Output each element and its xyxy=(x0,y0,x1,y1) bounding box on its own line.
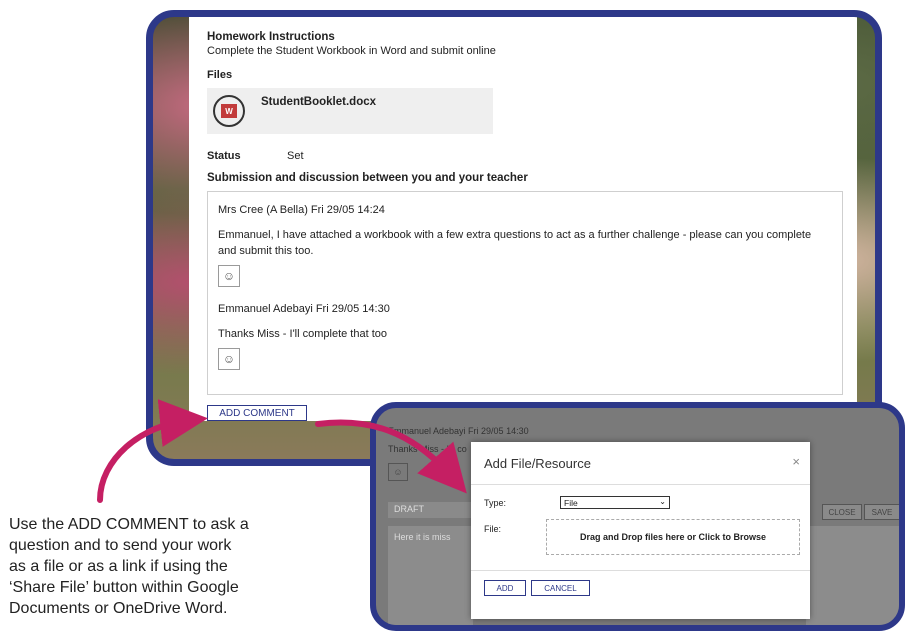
homework-title: Homework Instructions xyxy=(207,31,335,43)
close-button[interactable]: CLOSE xyxy=(822,504,862,520)
dialog-divider xyxy=(471,570,810,571)
instruction-caption: Use the ADD COMMENT to ask a question an… xyxy=(9,516,249,617)
status-value: Set xyxy=(287,150,304,162)
type-select[interactable]: File ⌄ xyxy=(560,496,670,509)
file-name[interactable]: StudentBooklet.docx xyxy=(261,96,376,108)
message-meta: Mrs Cree (A Bella) Fri 29/05 14:24 xyxy=(218,204,385,216)
draft-textarea-right xyxy=(806,526,899,625)
message-text: Thanks Miss - I'll complete that too xyxy=(218,328,387,340)
emoji-reaction-icon[interactable]: ☺ xyxy=(218,265,240,287)
chevron-down-icon: ⌄ xyxy=(659,497,666,506)
dialog-title: Add File/Resource xyxy=(484,456,591,471)
homework-panel: Homework Instructions Complete the Stude… xyxy=(146,10,882,466)
message-meta: Emmanuel Adebayi Fri 29/05 14:30 xyxy=(218,303,390,315)
word-document-icon: W xyxy=(213,95,245,127)
cancel-button[interactable]: CANCEL xyxy=(531,580,590,596)
message-item: Mrs Cree (A Bella) Fri 29/05 14:24 Emman… xyxy=(218,204,832,287)
draft-textarea[interactable]: Here it is miss xyxy=(388,526,473,625)
background-emoji-icon: ☺ xyxy=(388,463,408,481)
status-row: Status Set xyxy=(207,150,843,162)
homework-instructions: Complete the Student Workbook in Word an… xyxy=(207,45,496,57)
file-label: File: xyxy=(484,524,502,534)
status-label: Status xyxy=(207,150,241,162)
file-dropzone[interactable]: Drag and Drop files here or Click to Bro… xyxy=(546,519,800,555)
message-item: Emmanuel Adebayi Fri 29/05 14:30 Thanks … xyxy=(218,303,832,370)
add-file-dialog-panel: Emmanuel Adebayi Fri 29/05 14:30 Thanks … xyxy=(370,402,905,631)
files-label: Files xyxy=(207,69,233,81)
background-message-meta: Emmanuel Adebayi Fri 29/05 14:30 xyxy=(388,426,529,436)
submission-title: Submission and discussion between you an… xyxy=(207,172,528,184)
background-message-text: Thanks Miss - I'll co xyxy=(388,444,467,454)
dialog-divider xyxy=(471,484,810,485)
add-file-dialog: Add File/Resource × Type: File ⌄ File: D… xyxy=(471,442,810,619)
emoji-reaction-icon[interactable]: ☺ xyxy=(218,348,240,370)
close-icon[interactable]: × xyxy=(792,454,800,469)
type-label: Type: xyxy=(484,498,507,508)
type-select-value: File xyxy=(564,497,578,508)
add-button[interactable]: ADD xyxy=(484,580,526,596)
homework-card: Homework Instructions Complete the Stude… xyxy=(189,17,857,421)
add-comment-button[interactable]: ADD COMMENT xyxy=(207,405,307,421)
message-text: Emmanuel, I have attached a workbook wit… xyxy=(218,229,812,257)
save-button[interactable]: SAVE xyxy=(864,504,899,520)
file-attachment[interactable]: W StudentBooklet.docx xyxy=(207,88,493,134)
discussion-thread: Mrs Cree (A Bella) Fri 29/05 14:24 Emman… xyxy=(207,191,843,395)
